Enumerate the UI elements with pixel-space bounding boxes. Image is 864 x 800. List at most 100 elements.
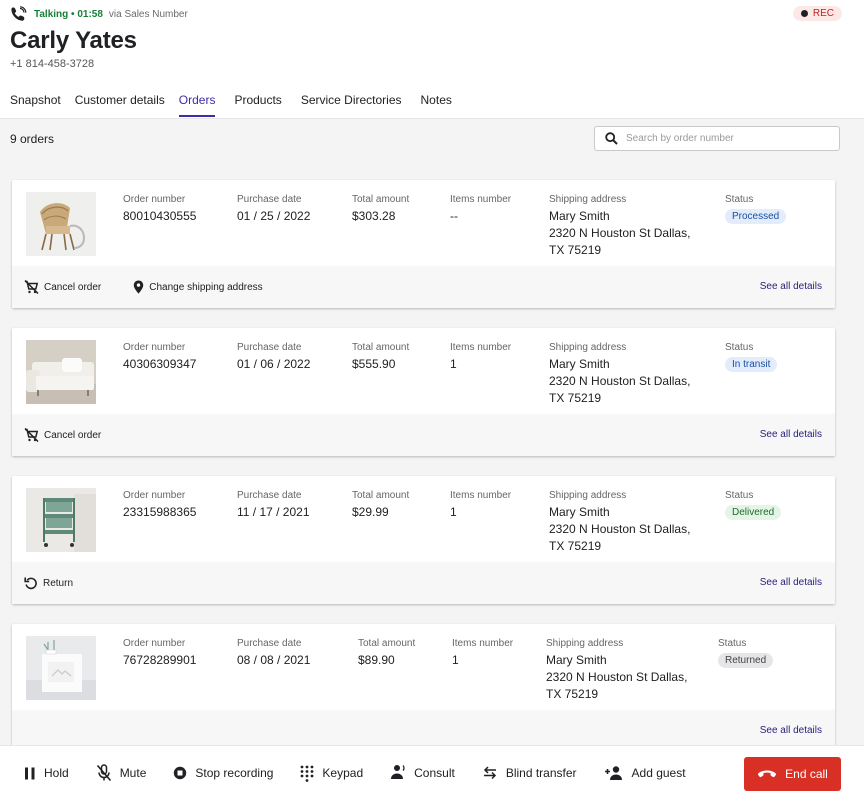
shipping-state-zip: TX 75219 [549, 539, 602, 553]
order-number: 76728289901 [123, 653, 197, 667]
blind-transfer-label: Blind transfer [505, 766, 577, 780]
purchase-date: 11 / 17 / 2021 [237, 505, 310, 519]
hold-label: Hold [44, 766, 69, 780]
cart-off-icon [24, 280, 39, 294]
status-badge: Delivered [725, 505, 782, 520]
tab-orders[interactable]: Orders [178, 92, 216, 117]
items-number: -- [450, 209, 458, 223]
change-shipping-address-button[interactable]: Change shipping address [133, 280, 263, 294]
order-search-box[interactable] [594, 126, 840, 151]
see-all-details-link[interactable]: See all details [760, 725, 822, 736]
shipping-state-zip: TX 75219 [549, 391, 602, 405]
search-icon [605, 132, 618, 145]
change-shipping-address-label: Change shipping address [149, 281, 263, 293]
total-amount: $555.90 [352, 357, 396, 371]
orders-list: Order number 80010430555 Purchase date 0… [0, 158, 864, 745]
order-card: Order number 40306309347 Purchase date 0… [12, 328, 835, 456]
call-status: Talking • 01:58 via Sales Number [10, 6, 188, 22]
items-number: 1 [452, 653, 459, 667]
status-label: Status [725, 342, 754, 353]
shipping-address-label: Shipping address [549, 490, 627, 501]
cart-off-icon [24, 428, 39, 442]
status-badge: Returned [718, 653, 774, 668]
call-status-text: Talking • 01:58 [34, 8, 103, 20]
phone-call-icon [10, 6, 28, 22]
shipping-street: 2320 N Houston St Dallas, [546, 670, 688, 684]
shipping-street: 2320 N Houston St Dallas, [549, 522, 691, 536]
hold-button[interactable]: Hold [24, 766, 69, 780]
shipping-address-label: Shipping address [549, 342, 627, 353]
add-person-icon [604, 765, 624, 781]
stop-recording-label: Stop recording [195, 766, 274, 780]
mic-off-icon [96, 764, 112, 782]
shipping-state-zip: TX 75219 [549, 243, 602, 257]
cancel-order-button[interactable]: Cancel order [24, 428, 101, 442]
blind-transfer-button[interactable]: Blind transfer [482, 766, 577, 780]
order-card: Order number 80010430555 Purchase date 0… [12, 180, 835, 308]
purchase-date: 01 / 25 / 2022 [237, 209, 311, 223]
hang-up-icon [757, 769, 777, 779]
cancel-order-label: Cancel order [44, 281, 102, 293]
shipping-name: Mary Smith [549, 357, 610, 371]
total-amount-label: Total amount [352, 342, 410, 353]
mute-button[interactable]: Mute [96, 764, 147, 782]
return-button[interactable]: Return [24, 576, 73, 590]
purchase-date-label: Purchase date [237, 490, 302, 501]
purchase-date-label: Purchase date [237, 342, 302, 353]
status-label: Status [718, 638, 747, 649]
order-number: 40306309347 [123, 357, 197, 371]
add-guest-button[interactable]: Add guest [604, 765, 686, 781]
stop-recording-button[interactable]: Stop recording [173, 766, 273, 780]
see-all-details-link[interactable]: See all details [760, 577, 822, 588]
end-call-button[interactable]: End call [744, 757, 841, 791]
cancel-order-button[interactable]: Cancel order [24, 280, 101, 294]
call-controls-bar: Hold Mute Stop recording Keypad Consult [0, 745, 864, 800]
tab-notes[interactable]: Notes [421, 92, 452, 117]
customer-phone: +1 814-458-3728 [10, 58, 95, 70]
items-number: 1 [450, 357, 457, 371]
order-card: Order number 76728289901 Purchase date 0… [12, 624, 835, 745]
items-number-label: Items number [450, 194, 512, 205]
return-icon [24, 576, 38, 590]
tab-snapshot[interactable]: Snapshot [10, 92, 61, 117]
tab-customer-details[interactable]: Customer details [75, 92, 165, 117]
order-search-input[interactable] [626, 133, 816, 144]
add-guest-label: Add guest [631, 766, 686, 780]
consult-icon [390, 764, 406, 782]
order-number-label: Order number [123, 638, 186, 649]
purchase-date: 08 / 08 / 2021 [237, 653, 311, 667]
purchase-date-label: Purchase date [237, 638, 302, 649]
stop-recording-icon [173, 766, 187, 780]
customer-name: Carly Yates [10, 27, 137, 54]
shipping-name: Mary Smith [546, 653, 607, 667]
purchase-date-label: Purchase date [237, 194, 302, 205]
product-image-utility-cart [26, 488, 96, 552]
see-all-details-link[interactable]: See all details [760, 281, 822, 292]
total-amount: $303.28 [352, 209, 396, 223]
items-number-label: Items number [450, 490, 512, 501]
keypad-button[interactable]: Keypad [300, 765, 363, 782]
keypad-label: Keypad [322, 766, 364, 780]
see-all-details-link[interactable]: See all details [760, 429, 822, 440]
customer-tabs: Snapshot Customer details Orders Product… [10, 92, 466, 117]
purchase-date: 01 / 06 / 2022 [237, 357, 311, 371]
total-amount: $29.99 [352, 505, 389, 519]
shipping-state-zip: TX 75219 [546, 687, 599, 701]
consult-button[interactable]: Consult [390, 764, 455, 782]
tab-service-directories[interactable]: Service Directories [301, 92, 402, 117]
product-image-sofa [26, 340, 96, 404]
orders-count: 9 orders [10, 132, 55, 146]
total-amount-label: Total amount [352, 194, 410, 205]
tab-products[interactable]: Products [234, 92, 281, 117]
order-number-label: Order number [123, 490, 186, 501]
order-number: 80010430555 [123, 209, 197, 223]
items-number-label: Items number [452, 638, 514, 649]
product-image-white-cabinet [26, 636, 96, 700]
return-label: Return [43, 577, 74, 589]
mute-label: Mute [119, 766, 147, 780]
status-label: Status [725, 490, 754, 501]
call-workspace: Talking • 01:58 via Sales Number REC Car… [0, 0, 864, 800]
recording-badge: REC [792, 6, 842, 21]
status-badge: In transit [725, 357, 778, 372]
shipping-name: Mary Smith [549, 209, 610, 223]
